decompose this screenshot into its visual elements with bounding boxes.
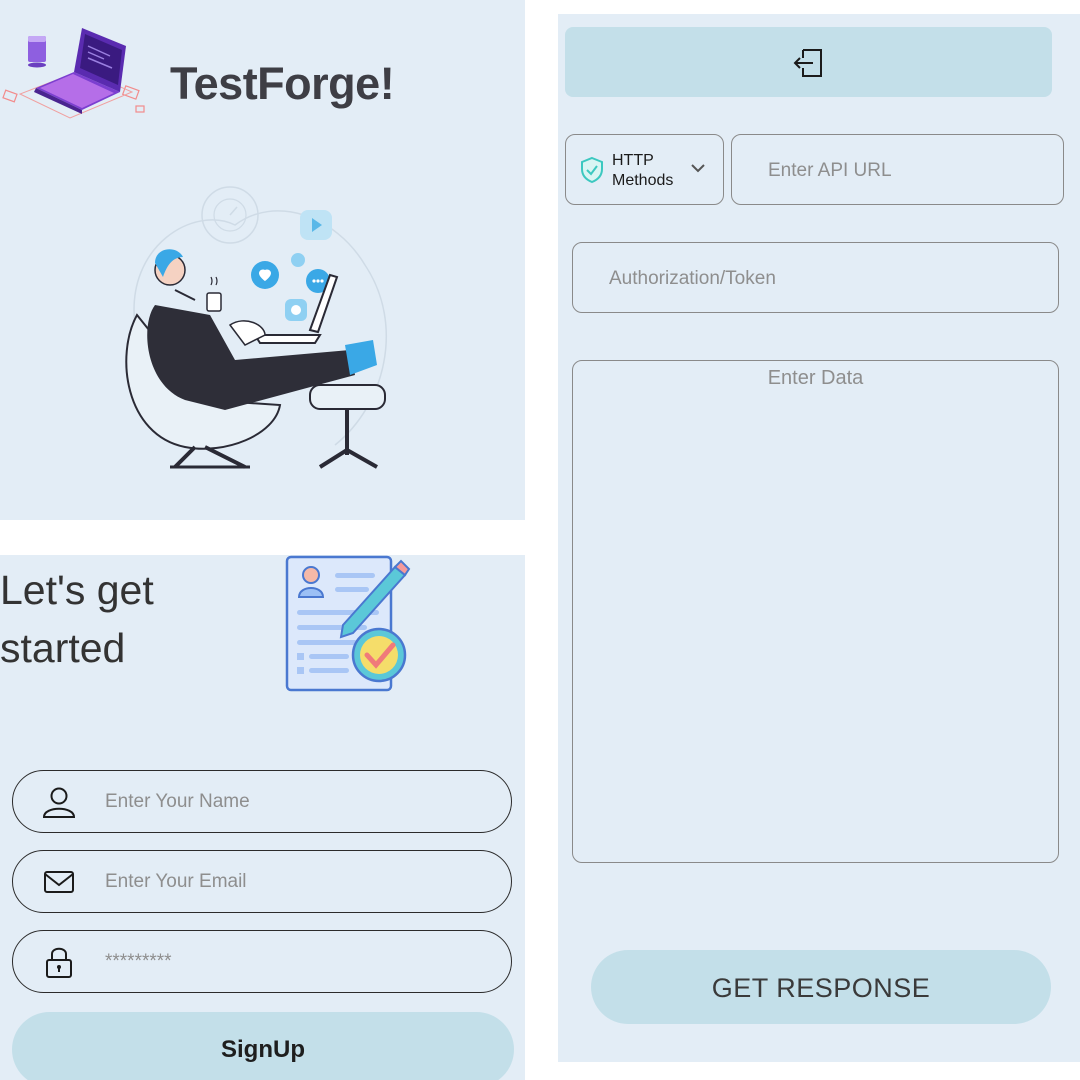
password-placeholder: ********* (105, 951, 172, 972)
http-methods-label: HTTP Methods (612, 151, 682, 191)
splash-screen: TestForge! (0, 0, 525, 520)
auth-token-input[interactable]: Authorization/Token (572, 242, 1059, 313)
top-bar (565, 27, 1052, 97)
mail-icon (44, 871, 74, 893)
api-request-screen: HTTP Methods Enter API URL Authorization… (558, 14, 1080, 1062)
lock-icon (46, 947, 72, 978)
hero-illustration (125, 186, 387, 469)
request-data-textarea[interactable]: Enter Data (572, 360, 1059, 863)
app-title: TestForge! (170, 58, 395, 109)
email-placeholder: Enter Your Email (105, 871, 247, 892)
api-url-input[interactable]: Enter API URL (731, 134, 1064, 205)
http-methods-label-line-1: HTTP (612, 152, 654, 169)
email-field[interactable]: Enter Your Email (12, 850, 512, 913)
signup-heading: Let's get started (0, 561, 154, 677)
logout-icon[interactable] (791, 44, 827, 80)
form-checklist-icon (285, 555, 411, 692)
http-methods-dropdown[interactable]: HTTP Methods (565, 134, 724, 205)
name-field[interactable]: Enter Your Name (12, 770, 512, 833)
password-field[interactable]: ********* (12, 930, 512, 993)
chevron-down-icon (691, 164, 705, 173)
shield-check-icon (581, 156, 603, 184)
signup-button[interactable]: SignUp (12, 1012, 514, 1080)
signup-screen: Let's get started Enter Your Name Enter … (0, 555, 525, 1080)
http-methods-label-line-2: Methods (612, 172, 674, 189)
heading-line-1: Let's get (0, 567, 154, 613)
laptop-icon (2, 28, 145, 119)
user-icon (42, 787, 76, 818)
signup-button-label: SignUp (221, 1036, 305, 1063)
request-data-placeholder: Enter Data (767, 367, 864, 389)
auth-token-placeholder: Authorization/Token (609, 268, 776, 289)
get-response-button[interactable]: GET RESPONSE (591, 950, 1051, 1024)
heading-line-2: started (0, 625, 126, 671)
api-url-placeholder: Enter API URL (768, 160, 892, 181)
get-response-label: GET RESPONSE (711, 973, 931, 1003)
name-placeholder: Enter Your Name (105, 791, 250, 812)
